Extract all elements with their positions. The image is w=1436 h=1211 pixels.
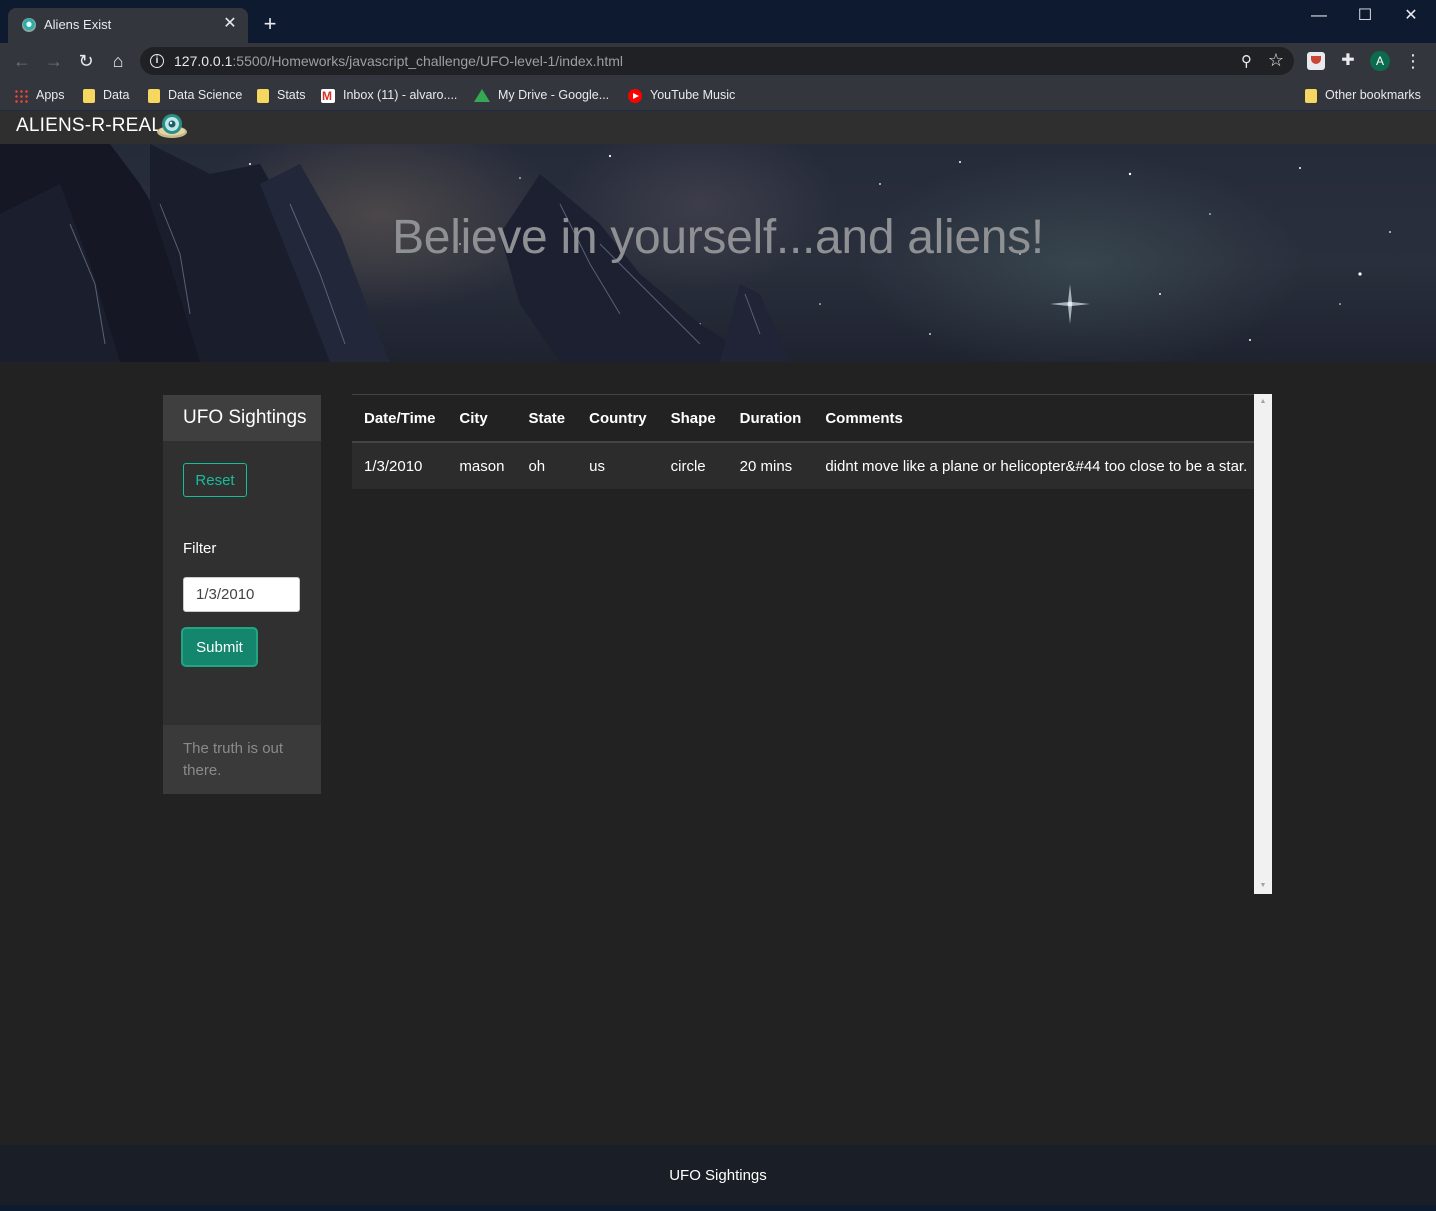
folder-icon <box>148 88 160 103</box>
window-minimize-button[interactable]: — <box>1296 4 1342 28</box>
browser-titlebar: Aliens Exist ✕ + — ☐ ✕ <box>0 0 1436 43</box>
bookmark-other[interactable]: Other bookmarks <box>1305 85 1421 105</box>
table-scrollbar[interactable]: ▲ ▼ <box>1254 394 1272 894</box>
back-arrow-icon[interactable]: ← <box>10 49 34 73</box>
bookmark-gmail[interactable]: Inbox (11) - alvaro.... <box>321 85 458 106</box>
ufo-favicon-icon <box>22 18 36 32</box>
table-row: 1/3/2010 mason oh us circle 20 mins didn… <box>352 442 1260 489</box>
url-path: :5500/Homeworks/javascript_challenge/UFO… <box>232 53 624 69</box>
sidebar-footer: The truth is out there. <box>163 725 321 794</box>
pocket-extension-icon[interactable] <box>1307 52 1325 70</box>
cell-datetime: 1/3/2010 <box>364 457 423 475</box>
bookmark-youtube-music[interactable]: YouTube Music <box>628 85 735 105</box>
bookmark-star-icon[interactable]: ☆ <box>1268 50 1284 71</box>
column-header-shape: Shape <box>670 409 716 427</box>
table-scroll-area[interactable]: Date/Time City State Country Shape Durat… <box>352 394 1260 894</box>
sidebar-footer-text: The truth is out there. <box>183 740 284 779</box>
window-maximize-button[interactable]: ☐ <box>1342 4 1388 28</box>
home-icon[interactable]: ⌂ <box>106 49 130 73</box>
reset-button[interactable]: Reset <box>183 463 247 497</box>
youtube-music-icon <box>628 88 642 103</box>
column-header-comments: Comments <box>825 409 903 427</box>
page-footer: UFO Sightings <box>0 1145 1436 1205</box>
filter-sidebar: UFO Sightings Reset Filter Submit The tr… <box>163 395 321 794</box>
submit-button[interactable]: Submit <box>181 627 258 667</box>
browser-tab[interactable]: Aliens Exist ✕ <box>8 8 248 43</box>
date-filter-input[interactable] <box>183 577 300 612</box>
sidebar-header: UFO Sightings <box>163 395 321 441</box>
column-header-duration: Duration <box>739 409 802 427</box>
folder-icon <box>1305 88 1317 103</box>
bookmark-data-science[interactable]: Data Science <box>148 85 242 105</box>
filter-label: Filter <box>183 540 217 557</box>
window-bottom-border <box>0 1205 1436 1211</box>
tab-close-icon[interactable]: ✕ <box>222 16 238 32</box>
profile-avatar[interactable]: A <box>1370 51 1390 71</box>
ufo-sightings-table: Date/Time City State Country Shape Durat… <box>352 395 1260 489</box>
info-icon[interactable]: i <box>150 54 164 68</box>
tab-title: Aliens Exist <box>44 17 112 32</box>
folder-icon <box>83 88 95 103</box>
reload-icon[interactable]: ↻ <box>74 49 98 73</box>
cell-duration: 20 mins <box>739 457 793 475</box>
bookmark-label: Apps <box>36 88 65 102</box>
table-header-row: Date/Time City State Country Shape Durat… <box>352 395 1260 442</box>
new-tab-button[interactable]: + <box>258 12 282 36</box>
url-host: 127.0.0.1 <box>174 53 233 69</box>
bookmark-label: Stats <box>277 88 306 102</box>
bookmark-label: My Drive - Google... <box>498 88 610 102</box>
site-navbar: ALIENS-R-REAL <box>0 111 1436 144</box>
browser-menu-icon[interactable]: ⋮ <box>1404 51 1422 71</box>
scroll-up-arrow-icon[interactable]: ▲ <box>1254 394 1272 410</box>
sightings-table-container: Date/Time City State Country Shape Durat… <box>352 394 1272 894</box>
bookmarks-bar: Apps Data Data Science Stats Inbox (11) … <box>0 79 1436 111</box>
folder-icon <box>257 88 269 103</box>
bookmark-drive[interactable]: My Drive - Google... <box>474 85 609 105</box>
cell-country: us <box>589 457 605 475</box>
browser-toolbar: ← → ↻ ⌂ i 127.0.0.1:5500/Homeworks/javas… <box>0 43 1436 79</box>
bookmark-label: Data Science <box>168 88 243 102</box>
forward-arrow-icon[interactable]: → <box>42 49 66 73</box>
footer-text: UFO Sightings <box>669 1167 767 1184</box>
bookmark-data[interactable]: Data <box>83 85 129 105</box>
bookmark-label: Inbox (11) - alvaro.... <box>343 88 458 102</box>
bookmark-label: YouTube Music <box>650 88 736 102</box>
column-header-city: City <box>459 409 488 427</box>
cell-state: oh <box>528 457 546 475</box>
address-bar[interactable]: i 127.0.0.1:5500/Homeworks/javascript_ch… <box>140 47 1294 75</box>
column-header-country: Country <box>589 409 647 427</box>
column-header-state: State <box>528 409 566 427</box>
cell-city: mason <box>459 457 505 475</box>
ufo-logo-icon <box>157 114 187 138</box>
bookmark-label: Data <box>103 88 130 102</box>
brand-title[interactable]: ALIENS-R-REAL <box>16 115 162 137</box>
google-drive-icon <box>474 89 490 103</box>
column-header-datetime: Date/Time <box>364 409 436 427</box>
hero-title: Believe in yourself...and aliens! <box>392 211 1044 264</box>
extensions-puzzle-icon[interactable]: ✚ <box>1339 52 1357 70</box>
apps-grid-icon <box>14 88 28 103</box>
sidebar-title: UFO Sightings <box>183 407 307 428</box>
bookmark-label: Other bookmarks <box>1325 88 1421 102</box>
gmail-icon <box>321 86 335 106</box>
zoom-icon[interactable]: ⚲ <box>1241 52 1252 70</box>
url-text[interactable]: 127.0.0.1:5500/Homeworks/javascript_chal… <box>174 53 623 69</box>
bookmark-stats[interactable]: Stats <box>257 85 306 105</box>
bookmark-apps[interactable]: Apps <box>14 85 65 105</box>
scroll-down-arrow-icon[interactable]: ▼ <box>1254 878 1272 894</box>
cell-comments: didnt move like a plane or helicopter&#4… <box>825 457 1248 475</box>
cell-shape: circle <box>670 457 706 475</box>
hero-banner: Believe in yourself...and aliens! <box>0 144 1436 362</box>
window-close-button[interactable]: ✕ <box>1388 4 1434 28</box>
